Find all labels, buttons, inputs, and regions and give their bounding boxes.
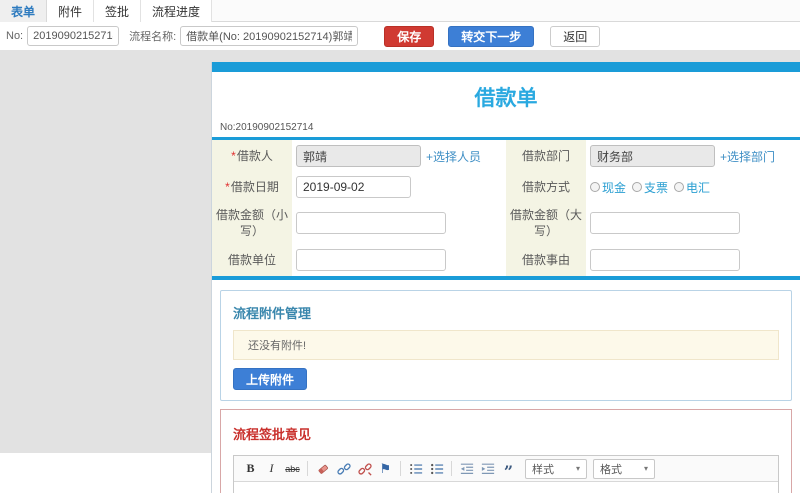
flag-icon: ⚑ <box>380 461 392 477</box>
amount-upper-label: 借款金额（大写） <box>506 202 586 244</box>
outdent-icon <box>460 462 474 476</box>
command-bar: No: 流程名称: 保存 转交下一步 返回 <box>0 22 800 50</box>
form-right-column: 借款部门 +选择部门 借款方式 现金 <box>506 140 800 276</box>
tab-process-progress[interactable]: 流程进度 <box>141 0 212 22</box>
borrower-input <box>296 145 421 167</box>
eraser-icon <box>316 462 330 476</box>
divider-bottom <box>212 276 800 280</box>
document-title: 借款单 <box>212 72 800 120</box>
indent-icon <box>481 462 495 476</box>
row-amount-lower: 借款金额（小写） <box>212 202 506 244</box>
upload-attachment-button[interactable]: 上传附件 <box>233 368 307 390</box>
blockquote-button[interactable]: ” <box>499 459 518 478</box>
loan-form: *借款人 +选择人员 *借款日期 借款金额（小写） <box>212 140 800 276</box>
link-button[interactable] <box>334 459 353 478</box>
italic-button[interactable]: I <box>262 459 281 478</box>
row-loan-reason: 借款事由 <box>506 244 800 276</box>
radio-cash[interactable]: 现金 <box>590 179 626 196</box>
document-number: No:20190902152714 <box>220 122 313 133</box>
italic-icon: I <box>270 461 274 476</box>
bold-icon: B <box>246 461 254 476</box>
next-step-button[interactable]: 转交下一步 <box>448 26 534 47</box>
back-button[interactable]: 返回 <box>550 26 600 47</box>
styles-dropdown[interactable]: 样式▾ <box>525 459 587 479</box>
bulleted-list-button[interactable] <box>427 459 446 478</box>
radio-icon <box>632 182 642 192</box>
process-name-input[interactable] <box>180 26 358 46</box>
row-amount-upper: 借款金额（大写） <box>506 202 800 244</box>
indent-button[interactable] <box>478 459 497 478</box>
loan-method-label: 借款方式 <box>506 172 586 202</box>
save-button[interactable]: 保存 <box>384 26 434 47</box>
bold-button[interactable]: B <box>241 459 260 478</box>
loan-unit-label: 借款单位 <box>212 244 292 276</box>
required-asterisk: * <box>231 149 236 163</box>
radio-wire[interactable]: 电汇 <box>674 179 710 196</box>
no-input[interactable] <box>27 26 119 46</box>
department-input <box>590 145 715 167</box>
radio-cheque[interactable]: 支票 <box>632 179 668 196</box>
numbered-list-icon <box>409 462 423 476</box>
approval-panel: 流程签批意见 B I abc ⚑ <box>220 409 792 493</box>
borrower-label: *借款人 <box>212 140 292 172</box>
chevron-down-icon: ▾ <box>644 464 648 473</box>
editor-toolbar: B I abc ⚑ <box>234 456 778 482</box>
bulleted-list-icon <box>430 462 444 476</box>
link-icon <box>337 462 351 476</box>
toolbar-separator <box>307 461 308 476</box>
amount-upper-input[interactable] <box>590 212 740 234</box>
form-left-column: *借款人 +选择人员 *借款日期 借款金额（小写） <box>212 140 506 276</box>
select-person-link[interactable]: +选择人员 <box>426 148 481 165</box>
format-dropdown[interactable]: 格式▾ <box>593 459 655 479</box>
unlink-button[interactable] <box>355 459 374 478</box>
row-loan-date: *借款日期 <box>212 172 506 202</box>
outdent-button[interactable] <box>457 459 476 478</box>
tab-approval[interactable]: 签批 <box>94 0 141 22</box>
approval-heading: 流程签批意见 <box>233 418 779 443</box>
loan-reason-label: 借款事由 <box>506 244 586 276</box>
rich-text-editor: B I abc ⚑ <box>233 455 779 493</box>
attachments-heading: 流程附件管理 <box>233 299 779 322</box>
row-department: 借款部门 +选择部门 <box>506 140 800 172</box>
no-attachments-alert: 还没有附件! <box>233 330 779 360</box>
anchor-button[interactable]: ⚑ <box>376 459 395 478</box>
amount-lower-input[interactable] <box>296 212 446 234</box>
loan-form-panel: 借款单 No:20190902152714 填表日期:2019-09-02 15… <box>211 62 800 493</box>
tab-attachments[interactable]: 附件 <box>47 0 94 22</box>
strikethrough-button[interactable]: abc <box>283 459 302 478</box>
radio-icon <box>590 182 600 192</box>
loan-date-label: *借款日期 <box>212 172 292 202</box>
loan-unit-input[interactable] <box>296 249 446 271</box>
chevron-down-icon: ▾ <box>576 464 580 473</box>
process-name-label: 流程名称: <box>129 28 176 44</box>
workspace-background: 借款单 No:20190902152714 填表日期:2019-09-02 15… <box>0 50 800 453</box>
required-asterisk: * <box>225 180 230 194</box>
tab-form[interactable]: 表单 <box>0 0 47 22</box>
remove-format-button[interactable] <box>313 459 332 478</box>
document-meta: No:20190902152714 填表日期:2019-09-02 15:27:… <box>212 120 800 137</box>
toolbar-separator <box>451 461 452 476</box>
strikethrough-icon: abc <box>285 464 300 474</box>
loan-reason-input[interactable] <box>590 249 740 271</box>
top-tab-bar: 表单 附件 签批 流程进度 <box>0 0 800 22</box>
radio-icon <box>674 182 684 192</box>
numbered-list-button[interactable] <box>406 459 425 478</box>
toolbar-separator <box>400 461 401 476</box>
panel-top-bar <box>212 62 800 72</box>
row-borrower: *借款人 +选择人员 <box>212 140 506 172</box>
loan-date-input[interactable] <box>296 176 411 198</box>
unlink-icon <box>358 462 372 476</box>
select-department-link[interactable]: +选择部门 <box>720 148 775 165</box>
amount-lower-label: 借款金额（小写） <box>212 202 292 244</box>
row-loan-method: 借款方式 现金 支票 电汇 <box>506 172 800 202</box>
attachments-panel: 流程附件管理 还没有附件! 上传附件 <box>220 290 792 401</box>
editor-content[interactable] <box>234 482 778 493</box>
no-label: No: <box>6 30 23 42</box>
row-loan-unit: 借款单位 <box>212 244 506 276</box>
department-label: 借款部门 <box>506 140 586 172</box>
blockquote-icon: ” <box>504 462 513 476</box>
